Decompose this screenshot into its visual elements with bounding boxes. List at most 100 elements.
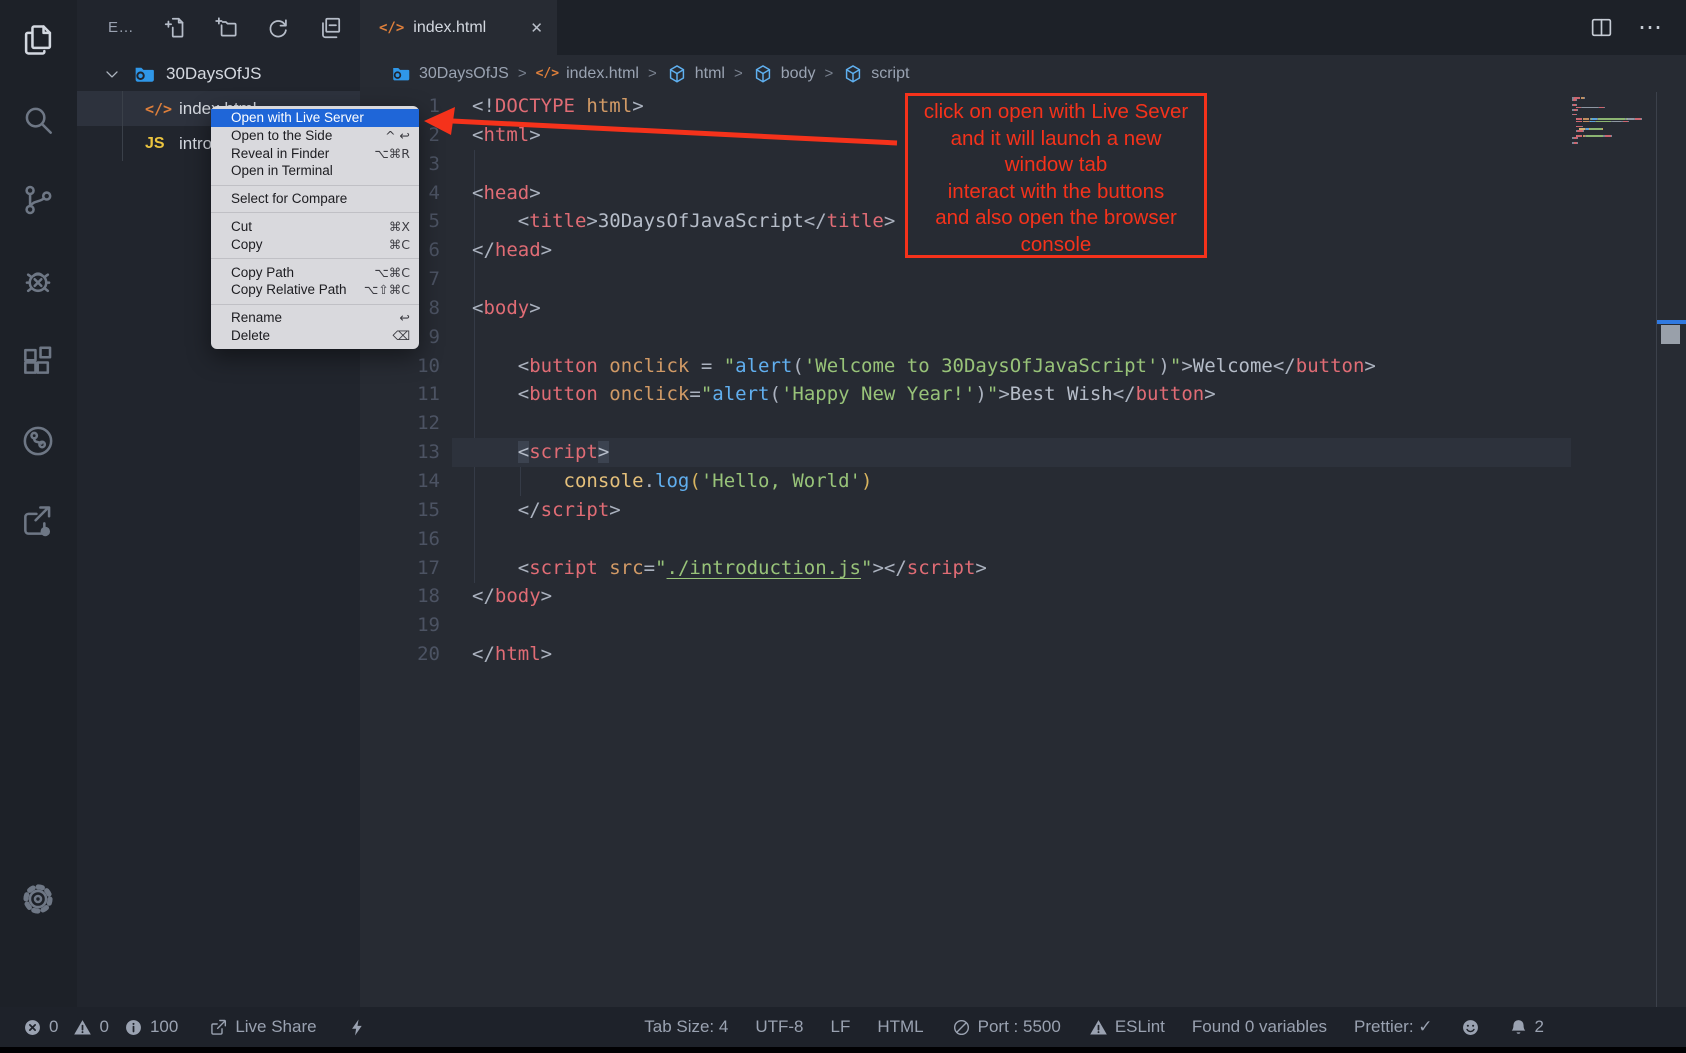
menu-item-label: Rename <box>231 309 282 327</box>
code-line-11[interactable]: 11 <button onclick="alert('Happy New Yea… <box>360 380 1571 409</box>
status-tab-size[interactable]: Tab Size: 4 <box>644 1017 728 1037</box>
code-line-17[interactable]: 17 <script src="./introduction.js"></scr… <box>360 554 1571 583</box>
js-file-icon: JS <box>145 135 179 153</box>
tab-index-html[interactable]: </> index.html ✕ <box>360 0 557 55</box>
status-label: 0 <box>99 1017 108 1037</box>
collapse-all-icon[interactable] <box>317 15 343 41</box>
status-eol[interactable]: LF <box>831 1017 851 1037</box>
explorer-icon[interactable] <box>19 21 57 59</box>
status-notifications[interactable]: 2 <box>1508 1017 1544 1038</box>
code-line-8[interactable]: 8<body> <box>360 294 1571 323</box>
menu-item-label: Open to the Side <box>231 127 332 145</box>
line-number: 10 <box>360 352 440 381</box>
new-folder-icon[interactable] <box>214 15 240 41</box>
new-file-icon[interactable] <box>163 15 189 41</box>
live-share-icon[interactable] <box>19 502 57 540</box>
status-label: LF <box>831 1017 851 1037</box>
menu-item-copy-relative-path[interactable]: Copy Relative Path⌥⇧⌘C <box>211 281 419 299</box>
annotation-line: window tab <box>908 152 1204 179</box>
breadcrumb-item-30DaysOfJS[interactable]: 30DaysOfJS <box>390 63 509 85</box>
menu-item-copy-path[interactable]: Copy Path⌥⌘C <box>211 264 419 282</box>
cursor-position-marker <box>1657 320 1686 324</box>
gitlens-icon[interactable] <box>19 422 57 460</box>
breadcrumb-item-index.html[interactable]: </>index.html <box>536 65 639 83</box>
status-live-share[interactable]: Live Share <box>208 1017 316 1038</box>
status-quick-action[interactable] <box>347 1017 368 1038</box>
status-encoding[interactable]: UTF-8 <box>755 1017 803 1037</box>
line-number: 15 <box>360 496 440 525</box>
annotation-box: click on open with Live Severand it will… <box>905 93 1207 258</box>
menu-item-delete[interactable]: Delete⌫ <box>211 327 419 345</box>
menu-item-label: Copy Path <box>231 264 294 282</box>
menu-item-open-in-terminal[interactable]: Open in Terminal <box>211 162 419 180</box>
menu-item-open-to-the-side[interactable]: Open to the Side ^ ↩ <box>211 127 419 145</box>
menu-item-label: Select for Compare <box>231 190 347 208</box>
feedback-icon <box>1460 1017 1481 1038</box>
menu-item-copy[interactable]: Copy⌘C <box>211 236 419 254</box>
code-line-16[interactable]: 16 <box>360 525 1571 554</box>
status-live-server-port[interactable]: Port : 5500 <box>951 1017 1061 1038</box>
status-eslint[interactable]: ESLint <box>1088 1017 1165 1038</box>
status-warnings[interactable]: 0 <box>72 1017 108 1038</box>
breadcrumb-item-html[interactable]: html <box>666 63 725 85</box>
menu-item-select-for-compare[interactable]: Select for Compare <box>211 190 419 208</box>
extensions-icon[interactable] <box>19 343 57 381</box>
live-share-icon <box>208 1017 229 1038</box>
code-line-13[interactable]: 13 <script> <box>360 438 1571 467</box>
status-info-count[interactable]: 100 <box>123 1017 178 1038</box>
breadcrumb-label: body <box>781 65 816 83</box>
more-actions-icon[interactable]: ⋯ <box>1638 23 1664 33</box>
breadcrumb-item-body[interactable]: body <box>752 63 816 85</box>
symbol-cube-icon <box>842 63 864 85</box>
breadcrumb-item-script[interactable]: script <box>842 63 909 85</box>
code-line-9[interactable]: 9 <box>360 323 1571 352</box>
status-language-mode[interactable]: HTML <box>877 1017 923 1037</box>
status-variables[interactable]: Found 0 variables <box>1192 1017 1327 1037</box>
folder-label: 30DaysOfJS <box>166 64 261 84</box>
source-control-icon[interactable] <box>19 181 57 219</box>
menu-item-open-with-live-server[interactable]: Open with Live Server <box>211 109 419 127</box>
explorer-folder-row[interactable]: 30DaysOfJS <box>77 57 360 91</box>
code-text: <html> <box>472 124 541 146</box>
status-prettier[interactable]: Prettier: ✓ <box>1354 1017 1432 1037</box>
settings-icon[interactable] <box>19 880 57 918</box>
annotation-line: console <box>908 232 1204 259</box>
menu-item-label: Delete <box>231 327 270 345</box>
code-line-7[interactable]: 7 <box>360 265 1571 294</box>
code-line-12[interactable]: 12 <box>360 409 1571 438</box>
code-line-15[interactable]: 15 </script> <box>360 496 1571 525</box>
errors-icon <box>22 1017 43 1038</box>
code-text: <script> <box>472 441 609 463</box>
line-number: 11 <box>360 380 440 409</box>
menu-item-reveal-in-finder[interactable]: Reveal in Finder⌥⌘R <box>211 145 419 163</box>
breadcrumb: 30DaysOfJS></>index.html>html>body>scrip… <box>360 55 1656 92</box>
line-number: 14 <box>360 467 440 496</box>
status-feedback[interactable] <box>1460 1017 1481 1038</box>
run-debug-icon[interactable] <box>19 262 57 300</box>
menu-item-shortcut: ^ ↩ <box>385 127 410 145</box>
code-text: </script> <box>472 499 621 521</box>
menu-item-rename[interactable]: Rename↩ <box>211 309 419 327</box>
explorer-header: E… <box>77 12 360 46</box>
code-line-10[interactable]: 10 <button onclick = "alert('Welcome to … <box>360 352 1571 381</box>
status-label: UTF-8 <box>755 1017 803 1037</box>
menu-item-cut[interactable]: Cut⌘X <box>211 218 419 236</box>
code-line-20[interactable]: 20</html> <box>360 640 1571 669</box>
annotation-line: and it will launch a new <box>908 126 1204 153</box>
status-errors[interactable]: 0 <box>22 1017 58 1038</box>
scrollbar-thumb[interactable] <box>1661 325 1680 344</box>
split-editor-icon[interactable] <box>1589 15 1614 40</box>
explorer-indent-guide <box>122 91 123 161</box>
code-line-14[interactable]: 14 console.log('Hello, World') <box>360 467 1571 496</box>
search-icon[interactable] <box>19 101 57 139</box>
code-text: <title>30DaysOfJavaScript</title> <box>472 210 895 232</box>
code-line-18[interactable]: 18</body> <box>360 582 1571 611</box>
close-icon[interactable]: ✕ <box>530 19 543 37</box>
vscode-window: E… 30DaysOfJS </>index.htmlJSintroductio… <box>0 0 1686 1053</box>
minimap[interactable] <box>1571 97 1656 177</box>
breadcrumb-label: html <box>695 65 725 83</box>
breadcrumb-label: 30DaysOfJS <box>419 65 509 83</box>
refresh-icon[interactable] <box>265 15 291 41</box>
eslint-icon <box>1088 1017 1109 1038</box>
code-line-19[interactable]: 19 <box>360 611 1571 640</box>
